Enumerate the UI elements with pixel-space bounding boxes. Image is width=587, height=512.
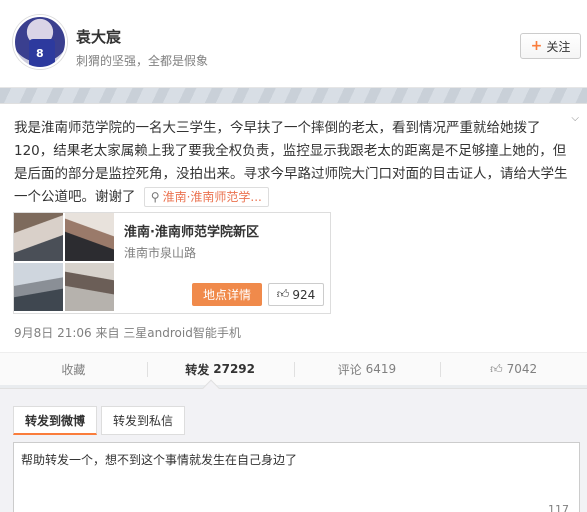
- comment-label: 评论: [337, 362, 362, 377]
- place-detail-button[interactable]: 地点详情: [192, 283, 262, 306]
- place-card[interactable]: 淮南·淮南师范学院新区 淮南市泉山路 地点详情 👍︎ 924: [13, 212, 331, 314]
- post-card: ⌵ 我是淮南师范学院的一名大三学生，今早扶了一个摔倒的老太，看到情况严重就给她拨…: [0, 103, 587, 385]
- place-like-count: 924: [292, 287, 316, 302]
- repost-tabs: 转发到微博 转发到私信: [13, 406, 186, 435]
- tab-repost-to-weibo[interactable]: 转发到微博: [13, 406, 98, 435]
- repost-count: 27292: [213, 362, 255, 376]
- profile-header: 8 袁大宸 刺猬的坚强，全都是假象 + 关注: [0, 0, 587, 88]
- tab-repost-to-message[interactable]: 转发到私信: [101, 406, 186, 435]
- repost-draft: 帮助转发一个，想不到这个事情就发生在自己身边了: [21, 453, 298, 467]
- follow-label: 关注: [546, 39, 571, 54]
- repost-button[interactable]: 转发 27292: [146, 353, 294, 385]
- like-count: 7042: [506, 362, 538, 376]
- follow-button[interactable]: + 关注: [520, 33, 581, 59]
- repost-panel: 转发到微博 转发到私信 帮助转发一个，想不到这个事情就发生在自己身边了 117: [0, 379, 587, 512]
- repost-label: 转发: [185, 362, 210, 377]
- favorite-button[interactable]: 收藏: [0, 353, 147, 385]
- char-counter: 117: [548, 503, 569, 512]
- avatar-number: 8: [36, 47, 44, 60]
- location-tag-label: 淮南·淮南师范学...: [162, 190, 262, 204]
- thumbs-up-icon: 👍︎: [276, 287, 290, 301]
- place-title[interactable]: 淮南·淮南师范学院新区: [124, 221, 259, 240]
- repost-textarea[interactable]: 帮助转发一个，想不到这个事情就发生在自己身边了 117: [13, 442, 580, 512]
- place-photo[interactable]: [65, 213, 114, 261]
- place-photo[interactable]: [14, 263, 63, 311]
- place-address: 淮南市泉山路: [124, 246, 197, 260]
- post-text: 我是淮南师范学院的一名大三学生，今早扶了一个摔倒的老太，看到情况严重就给她拨了1…: [14, 117, 571, 209]
- place-photos[interactable]: [14, 213, 116, 313]
- comment-button[interactable]: 评论 6419: [293, 353, 441, 385]
- favorite-label: 收藏: [61, 362, 86, 377]
- like-button[interactable]: 👍︎ 7042: [440, 353, 587, 385]
- location-pin-icon: ⚲: [150, 190, 160, 204]
- place-like-button[interactable]: 👍︎ 924: [268, 283, 324, 306]
- place-photo[interactable]: [14, 213, 63, 261]
- post-body: 我是淮南师范学院的一名大三学生，今早扶了一个摔倒的老太，看到情况严重就给她拨了1…: [14, 120, 568, 205]
- user-name[interactable]: 袁大宸: [76, 26, 121, 47]
- avatar[interactable]: 8: [13, 15, 67, 69]
- thumbs-up-icon: 👍︎: [490, 361, 503, 376]
- user-bio: 刺猬的坚强，全都是假象: [76, 54, 209, 68]
- action-bar: 收藏 转发 27292 评论 6419 👍︎ 7042: [0, 352, 587, 385]
- plus-icon: +: [530, 38, 543, 54]
- comment-count: 6419: [365, 362, 397, 376]
- post-meta: 9月8日 21:06 来自 三星android智能手机: [14, 326, 241, 340]
- location-tag[interactable]: ⚲ 淮南·淮南师范学...: [143, 187, 269, 207]
- chevron-down-icon[interactable]: ⌵: [571, 113, 579, 124]
- place-photo[interactable]: [65, 263, 114, 311]
